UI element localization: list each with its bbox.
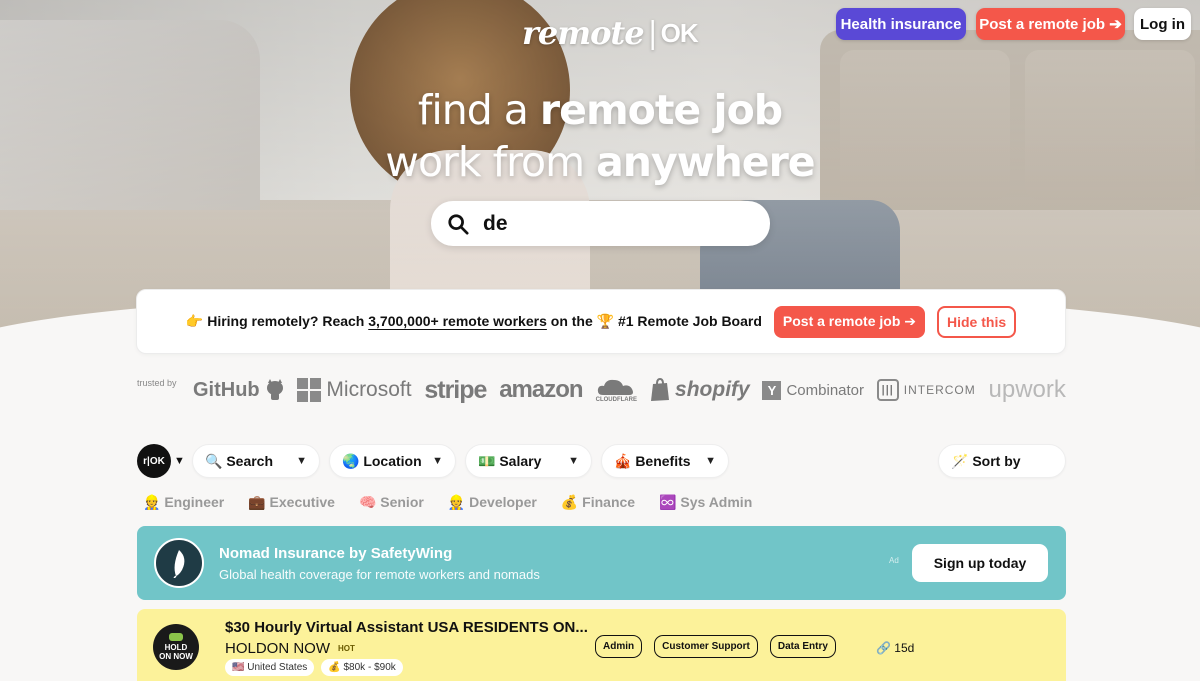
tag-engineer[interactable]: 👷 Engineer — [143, 494, 224, 514]
tag-sys-admin[interactable]: ♾️ Sys Admin — [659, 494, 752, 514]
ad-title: Nomad Insurance by SafetyWing — [219, 545, 453, 562]
yc-text: Combinator — [786, 381, 865, 399]
sign-up-button[interactable]: Sign up today — [912, 544, 1048, 582]
filter-bar: r|OK ▼ 🔍 Search ▼ 🌏 Location ▼ 💵 Salary … — [137, 444, 1067, 478]
ad-subtitle: Global health coverage for remote worker… — [219, 567, 540, 582]
health-insurance-button[interactable]: Health insurance — [836, 8, 966, 40]
company-name[interactable]: HOLDON NOW — [225, 640, 330, 657]
location-filter-dropdown[interactable]: 🌏 Location ▼ — [329, 444, 456, 478]
company-logo-line-2: ON NOW — [159, 652, 193, 661]
cloud-icon — [598, 379, 634, 395]
job-tag-admin[interactable]: Admin — [595, 635, 643, 658]
stripe-logo: stripe — [424, 375, 487, 404]
chevron-down-icon: ▼ — [705, 455, 716, 467]
search-input[interactable] — [483, 211, 753, 236]
chevron-down-icon: ▼ — [568, 455, 579, 467]
tag-finance[interactable]: 💰 Finance — [561, 494, 635, 514]
quick-tags: 👷 Engineer 💼 Executive 🧠 Senior 👷 Develo… — [143, 494, 776, 514]
salary-filter-label: 💵 Salary — [478, 452, 542, 469]
banner-emoji: 👉 — [185, 313, 204, 329]
job-title[interactable]: $30 Hourly Virtual Assistant USA RESIDEN… — [225, 619, 588, 636]
yc-box-icon: Y — [762, 380, 782, 400]
job-tag-data-entry[interactable]: Data Entry — [769, 635, 836, 658]
benefits-filter-dropdown[interactable]: 🎪 Benefits ▼ — [601, 444, 729, 478]
tag-executive[interactable]: 💼 Executive — [248, 494, 335, 514]
logo-dropdown[interactable]: r|OK ▼ — [137, 444, 185, 478]
banner-post: on the 🏆 #1 Remote Job Board — [546, 313, 762, 329]
company-logo-line-1: HOLD — [164, 643, 188, 652]
ycombinator-logo: Y Combinator — [762, 380, 865, 400]
logo-separator: | — [647, 15, 658, 51]
trusted-logos: GitHub Microsoft stripe amazon CLOUDFLAR… — [193, 372, 1066, 408]
microsoft-grid-icon — [297, 378, 322, 402]
job-age: 🔗 15d — [876, 641, 915, 655]
chevron-down-icon: ▼ — [432, 455, 443, 467]
job-meta: 🇺🇸 United States 💰 $80k - $90k — [225, 659, 403, 676]
site-logo[interactable]: remote | OK — [522, 14, 699, 52]
job-row[interactable]: HOLD ON NOW $30 Hourly Virtual Assistant… — [137, 609, 1066, 681]
upwork-logo: upwork — [988, 376, 1066, 403]
search-filter-label: 🔍 Search — [205, 452, 274, 469]
microsoft-text: Microsoft — [326, 378, 412, 401]
shopping-bag-icon — [651, 378, 670, 401]
octocat-icon — [266, 379, 283, 400]
safetywing-ad-card[interactable]: Nomad Insurance by SafetyWing Global hea… — [137, 526, 1066, 600]
post-job-button[interactable]: Post a remote job ➔ — [976, 8, 1125, 40]
shopify-logo: shopify — [650, 378, 750, 402]
cloudflare-text: CLOUDFLARE — [595, 397, 637, 403]
logo-ok: OK — [660, 17, 699, 48]
headline-1-bold: remote job — [539, 86, 783, 134]
shopify-text: shopify — [675, 378, 750, 401]
ad-label: Ad — [889, 556, 899, 565]
search-icon — [448, 213, 469, 235]
chevron-down-icon: ▼ — [174, 455, 185, 467]
headline-line-2: work from anywhere — [0, 138, 1200, 186]
hero-search-bar[interactable] — [431, 201, 770, 246]
company-line: HOLDON NOW HOT — [225, 640, 355, 657]
company-logo-hat — [169, 633, 183, 641]
search-filter-dropdown[interactable]: 🔍 Search ▼ — [192, 444, 320, 478]
sort-by-dropdown[interactable]: 🪄 Sort by — [938, 444, 1066, 478]
intercom-text: INTERCOM — [903, 383, 976, 397]
safetywing-logo — [154, 538, 204, 588]
salary-filter-dropdown[interactable]: 💵 Salary ▼ — [465, 444, 592, 478]
github-text: GitHub — [193, 378, 260, 401]
login-button[interactable]: Log in — [1134, 8, 1191, 40]
banner-post-job-button[interactable]: Post a remote job ➔ — [773, 305, 925, 338]
chevron-down-icon: ▼ — [296, 455, 307, 467]
benefits-filter-label: 🎪 Benefits — [614, 452, 691, 469]
banner-pre: Hiring remotely? Reach — [207, 313, 369, 329]
feather-icon — [173, 550, 185, 578]
intercom-icon: ||| — [876, 379, 899, 401]
headline-2-pre: work from — [385, 138, 597, 186]
banner-hide-button[interactable]: Hide this — [937, 305, 1017, 338]
job-salary-pill: 💰 $80k - $90k — [321, 659, 403, 676]
logo-circle: r|OK — [137, 444, 171, 478]
logo-text: remote — [522, 14, 645, 52]
banner-text: 👉 Hiring remotely? Reach 3,700,000+ remo… — [186, 313, 762, 330]
hiring-banner: 👉 Hiring remotely? Reach 3,700,000+ remo… — [136, 289, 1066, 354]
intercom-logo: ||| INTERCOM — [876, 379, 976, 401]
job-tags: Admin Customer Support Data Entry — [595, 635, 836, 658]
banner-link[interactable]: 3,700,000+ remote workers — [368, 313, 547, 329]
job-location-pill: 🇺🇸 United States — [225, 659, 315, 676]
github-logo: GitHub — [193, 379, 285, 402]
microsoft-logo: Microsoft — [297, 378, 412, 402]
hot-badge: HOT — [338, 644, 355, 653]
company-logo: HOLD ON NOW — [153, 624, 199, 670]
job-tag-customer-support[interactable]: Customer Support — [654, 635, 758, 658]
tag-senior[interactable]: 🧠 Senior — [359, 494, 424, 514]
headline-2-bold: anywhere — [596, 138, 815, 186]
sort-by-label: 🪄 Sort by — [951, 452, 1021, 469]
tag-developer[interactable]: 👷 Developer — [448, 494, 537, 514]
location-filter-label: 🌏 Location — [342, 452, 422, 469]
cloudflare-logo: CLOUDFLARE — [595, 377, 637, 403]
trusted-by-label: trusted by — [137, 378, 177, 388]
amazon-logo: amazon — [499, 376, 583, 403]
headline-line-1: find a remote job — [0, 86, 1200, 134]
headline-1-pre: find a — [417, 86, 540, 134]
